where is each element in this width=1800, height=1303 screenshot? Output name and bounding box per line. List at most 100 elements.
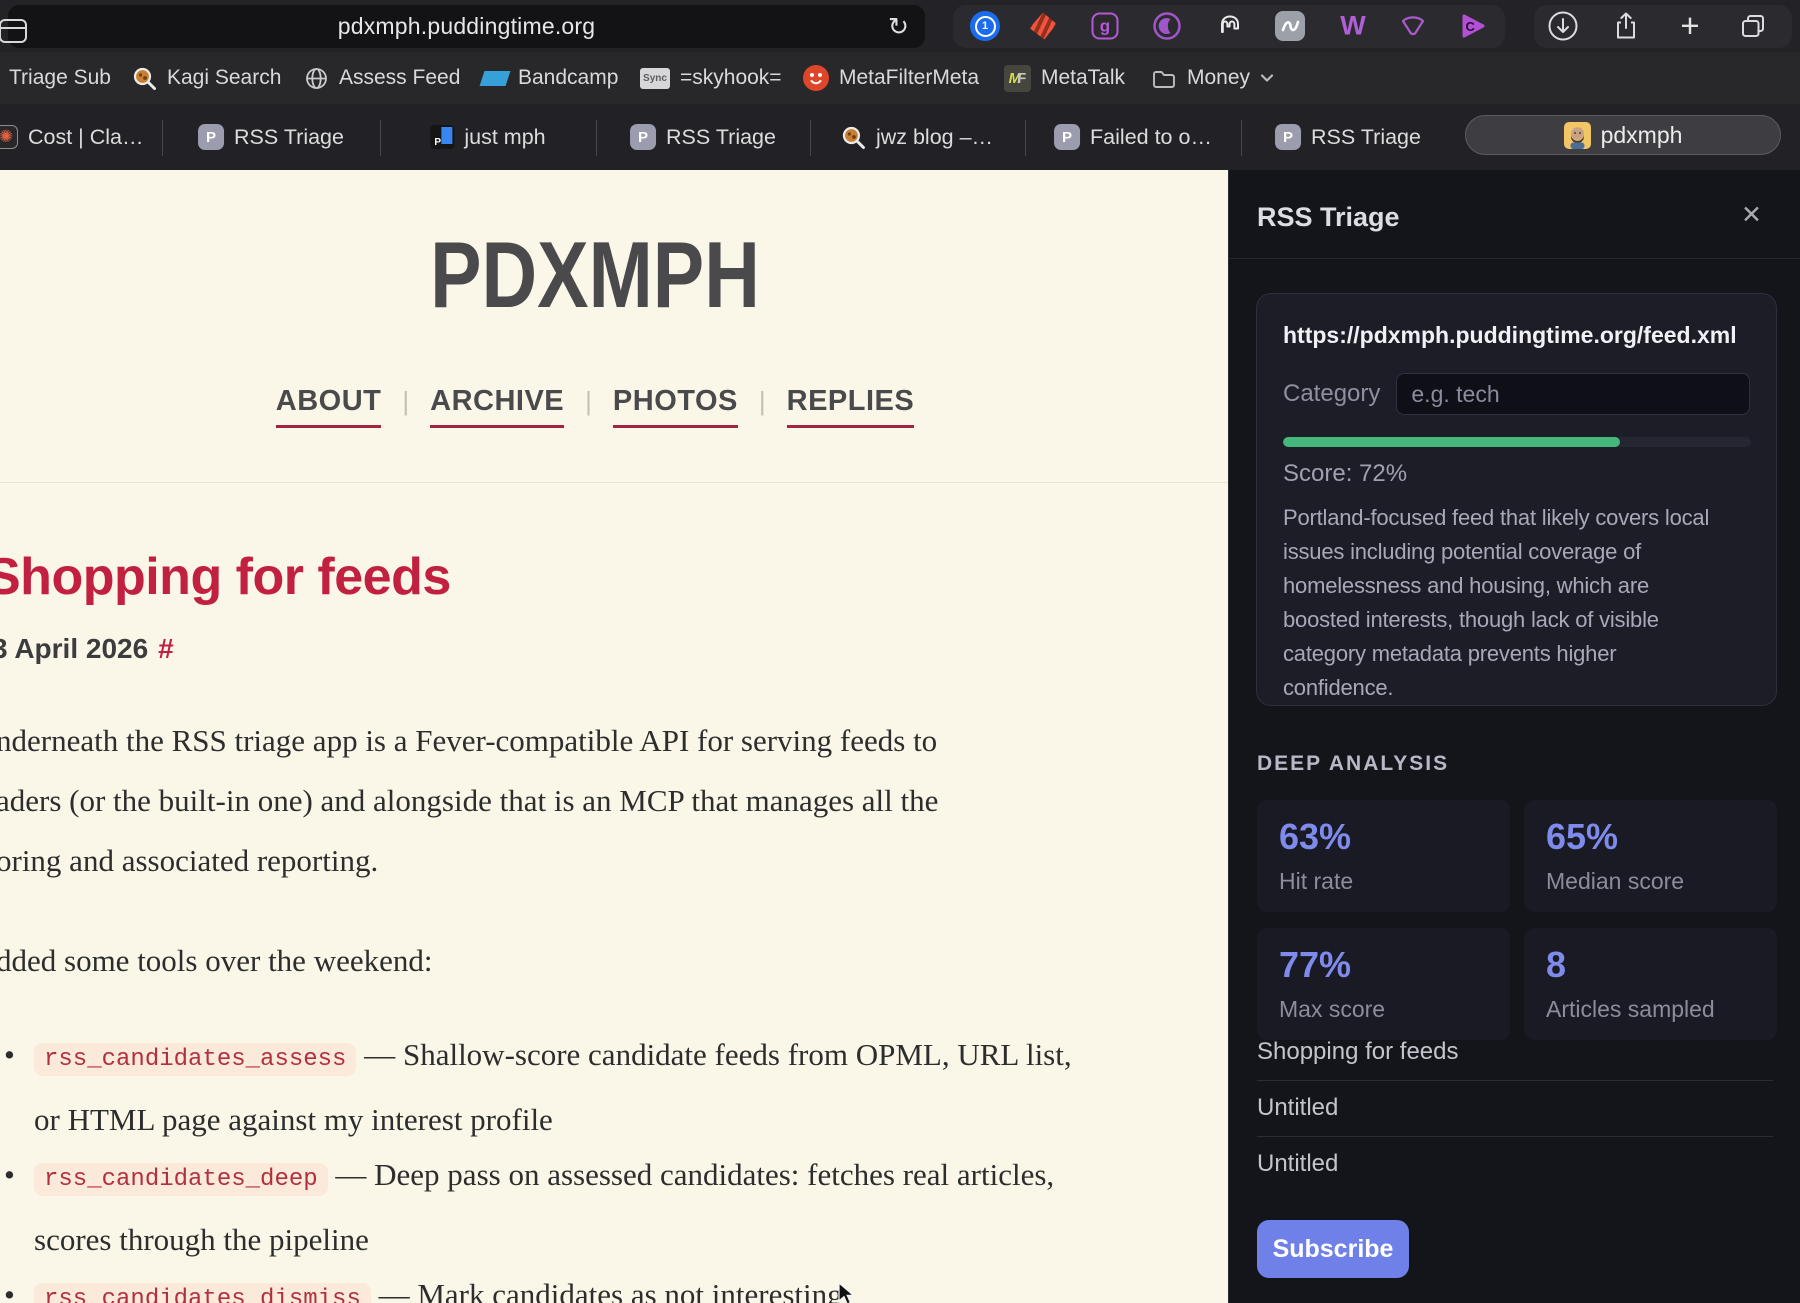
nav-about[interactable]: ABOUT [276,385,382,428]
rss-triage-panel: RSS Triage ✕ https://pdxmph.puddingtime.… [1228,170,1800,1303]
bookmark-assess-feed[interactable]: Assess Feed [304,52,460,104]
bookmark-label: Triage Sub [9,66,111,90]
paragraph-line: oring and associated reporting. [0,831,938,891]
tab-rss-triage-2[interactable]: P RSS Triage [630,104,776,170]
reload-icon[interactable]: ↻ [888,12,909,42]
page-content: PDXMPH ABOUT | ARCHIVE | PHOTOS | REPLIE… [0,170,1228,1303]
score-progress-fill [1283,437,1620,447]
score-label: Score: 72% [1283,460,1750,488]
address-bar[interactable]: pdxmph.puddingtime.org ↻ [8,5,925,48]
bookmarks-bar: Triage Sub Kagi Search Assess Feed Bandc… [0,52,1800,104]
tab-pdxmph-active[interactable]: pdxmph [1465,115,1781,155]
kagi-lens-icon [132,66,157,91]
stat-median-score: 65% Median score [1524,800,1777,912]
tab-label: jwz blog –… [876,125,993,150]
description-line: confidence. [1283,671,1750,705]
tab-rss-triage-3[interactable]: P RSS Triage [1275,104,1421,170]
tab-label: Cost | Cla… [28,125,144,150]
tab-cost-claude[interactable]: ✺ Cost | Cla… [0,104,144,170]
post-date: 3 April 2026# [0,633,174,665]
bullet-text: — Deep pass on assessed candidates: fetc… [328,1157,1055,1192]
code-rss-candidates-dismiss: rss_candidates_dismiss [34,1283,371,1303]
paragraph-line: aders (or the built-in one) and alongsid… [0,771,938,831]
code-rss-candidates-assess: rss_candidates_assess [34,1043,356,1076]
bookmark-triage-sub[interactable]: Triage Sub [9,52,111,104]
bookmark-kagi-search[interactable]: Kagi Search [132,52,281,104]
description-line: category metadata prevents higher [1283,637,1750,671]
nav-replies[interactable]: REPLIES [787,385,915,428]
stat-label: Articles sampled [1546,996,1755,1023]
stat-value: 65% [1546,816,1755,858]
bookmark-metatalk[interactable]: MF MetaTalk [1004,52,1125,104]
bookmark-bandcamp[interactable]: Bandcamp [482,52,618,104]
p-favicon: P [1275,124,1301,150]
1password-icon[interactable]: 1 [970,11,1000,41]
p-favicon: P [630,124,656,150]
tab-label: just mph [464,125,545,150]
wipr-w-icon[interactable]: W [1340,11,1365,42]
download-icon[interactable] [1548,11,1579,42]
nav-photos[interactable]: PHOTOS [613,385,738,428]
tab-overview-icon[interactable] [1739,12,1768,41]
svg-text:C: C [1466,19,1476,34]
metafilter-icon [803,65,829,91]
tab-jwz-blog[interactable]: jwz blog –… [841,104,993,170]
bookmark-folder-money[interactable]: Money [1151,52,1274,104]
stop-the-madness-icon[interactable] [1030,13,1057,40]
tab-separator [1241,120,1242,156]
wiper-fan-icon[interactable] [1399,12,1427,40]
description-line: homelessness and housing, which are [1283,569,1750,603]
bookmark-label: MetaTalk [1041,66,1125,90]
tab-label: RSS Triage [234,125,344,150]
bullet-marker: • [4,1025,15,1085]
article-title: Untitled [1257,1094,1338,1122]
share-icon[interactable] [1612,11,1641,41]
play-c-icon[interactable]: C [1458,12,1486,40]
description-line: boosted interests, though lack of visibl… [1283,603,1750,637]
category-row: Category [1283,373,1750,415]
kagi-g-icon[interactable]: g [1092,13,1119,40]
tab-rss-triage-1[interactable]: P RSS Triage [198,104,344,170]
url-text: pdxmph.puddingtime.org [338,13,596,40]
close-icon[interactable]: ✕ [1741,200,1762,230]
gray-swirl-icon[interactable] [1275,11,1305,41]
tab-just-mph[interactable]: P just mph [430,104,545,170]
mastodon-icon[interactable] [1216,12,1244,40]
article-row-untitled-2[interactable]: Untitled [1257,1136,1773,1192]
bullet-marker: • [4,1265,15,1303]
noir-moon-icon[interactable] [1152,11,1182,41]
tab-bar: ✺ Cost | Cla… P RSS Triage P just mph P … [0,104,1800,170]
metatalk-mf-icon: MF [1004,65,1031,92]
article-row-untitled-1[interactable]: Untitled [1257,1080,1773,1136]
post-paragraph: nderneath the RSS triage app is a Fever-… [0,711,938,891]
article-row-shopping-for-feeds[interactable]: Shopping for feeds [1257,1028,1773,1076]
feed-url: https://pdxmph.puddingtime.org/feed.xml [1283,322,1750,349]
tab-failed-to-open[interactable]: P Failed to o… [1054,104,1212,170]
subscribe-button[interactable]: Subscribe [1257,1220,1409,1278]
tab-separator [1025,120,1026,156]
tab-label: RSS Triage [666,125,776,150]
feed-card: https://pdxmph.puddingtime.org/feed.xml … [1256,293,1777,706]
bookmark-label: MetaFilterMeta [839,66,979,90]
description-line: issues including potential coverage of [1283,535,1750,569]
chevron-down-icon [1260,73,1274,83]
bullet-text: or HTML page against my interest profile [34,1090,1072,1150]
panel-divider [1229,258,1800,259]
browser-toolbar: pdxmph.puddingtime.org ↻ 1 g W C [0,0,1800,52]
panel-title: RSS Triage [1257,202,1400,233]
bookmark-metafiltermeta[interactable]: MetaFilterMeta [803,52,979,104]
category-input[interactable] [1396,373,1750,415]
nav-archive[interactable]: ARCHIVE [430,385,564,428]
bullet-marker: • [4,1145,15,1205]
bookmark-label: =skyhook= [680,66,782,90]
tab-label: Failed to o… [1090,125,1212,150]
paragraph-line: nderneath the RSS triage app is a Fever-… [0,711,938,771]
permalink-hash[interactable]: # [158,633,174,664]
site-title: PDXMPH [107,221,1083,329]
sidebar-toggle-icon[interactable] [0,18,28,44]
claude-icon: ✺ [0,125,18,149]
tab-separator [380,120,381,156]
new-tab-icon[interactable]: + [1680,7,1699,45]
bookmark-skyhook[interactable]: Sync =skyhook= [640,52,782,104]
p-favicon: P [1054,124,1080,150]
